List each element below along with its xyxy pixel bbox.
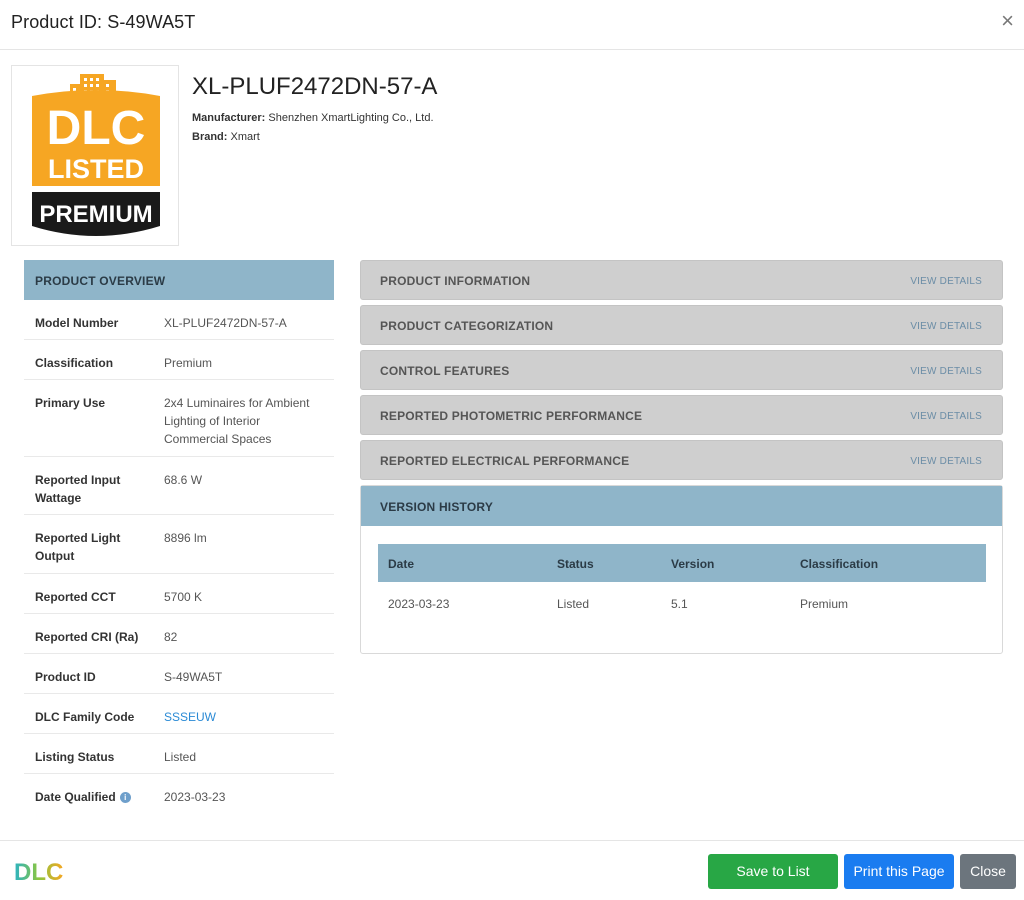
dlc-footer-logo: DLC xyxy=(14,859,63,886)
view-details-link[interactable]: VIEW DETAILS xyxy=(910,366,982,377)
logo-dlc-text: DLC xyxy=(47,102,146,155)
dlc-footer-text: DLC xyxy=(14,859,63,886)
overview-row: Reported CCT 5700 K xyxy=(24,574,334,614)
overview-value: 8896 lm xyxy=(164,531,207,545)
overview-row: Listing Status Listed xyxy=(24,734,334,774)
table-cell: Premium xyxy=(800,597,849,611)
product-name: XL-PLUF2472DN-57-A xyxy=(192,73,438,100)
section-title: PRODUCT CATEGORIZATION xyxy=(380,319,554,333)
overview-row: Classification Premium xyxy=(24,340,334,380)
section-control-features[interactable]: CONTROL FEATURES VIEW DETAILS xyxy=(360,350,1003,390)
save-to-list-button[interactable]: Save to List xyxy=(708,854,838,889)
overview-row: Product ID S-49WA5T xyxy=(24,654,334,694)
overview-value: 68.6 W xyxy=(164,473,203,487)
info-icon[interactable]: i xyxy=(119,792,131,803)
brand-label: Brand: xyxy=(192,131,228,143)
section-product-information[interactable]: PRODUCT INFORMATION VIEW DETAILS xyxy=(360,260,1003,300)
section-version-history: VERSION HISTORY Date Status Version Clas… xyxy=(360,485,1003,654)
table-cell: 5.1 xyxy=(671,597,688,611)
overview-key: Model Number xyxy=(35,316,119,330)
overview-value: 82 xyxy=(164,630,178,644)
view-details-link[interactable]: VIEW DETAILS xyxy=(910,276,982,287)
manufacturer-line: Manufacturer: Shenzhen XmartLighting Co.… xyxy=(192,112,434,124)
overview-value: 2023-03-23 xyxy=(164,790,226,804)
manufacturer-value: Shenzhen XmartLighting Co., Ltd. xyxy=(268,112,434,124)
table-header-row: Date Status Version Classification xyxy=(378,544,986,582)
overview-key: Product ID xyxy=(35,670,96,684)
overview-key-with-info: Date Qualified i xyxy=(35,788,155,806)
overview-key: Listing Status xyxy=(35,750,115,764)
overview-value: Listed xyxy=(164,750,197,764)
section-title: CONTROL FEATURES xyxy=(380,364,510,378)
dlc-listed-premium-logo: DLC LISTED PREMIUM xyxy=(11,65,179,246)
table-cell: 2023-03-23 xyxy=(388,597,450,611)
overview-row: DLC Family Code SSSEUW xyxy=(24,694,334,734)
section-title: PRODUCT INFORMATION xyxy=(380,274,531,288)
logo-listed-text: LISTED xyxy=(48,154,144,184)
brand-value: Xmart xyxy=(230,131,260,143)
table-cell: Listed xyxy=(557,597,590,611)
modal-title: Product ID: S-49WA5T xyxy=(11,12,196,32)
close-icon[interactable]: × xyxy=(1001,10,1014,32)
brand-line: Brand: Xmart xyxy=(192,131,260,143)
overview-row: Reported Input Wattage 68.6 W xyxy=(24,457,334,515)
overview-value: S-49WA5T xyxy=(164,670,223,684)
overview-row: Reported CRI (Ra) 82 xyxy=(24,614,334,654)
version-history-table: Date Status Version Classification 2023-… xyxy=(378,544,986,622)
section-electrical-performance[interactable]: REPORTED ELECTRICAL PERFORMANCE VIEW DET… xyxy=(360,440,1003,480)
section-photometric-performance[interactable]: REPORTED PHOTOMETRIC PERFORMANCE VIEW DE… xyxy=(360,395,1003,435)
overview-value: XL-PLUF2472DN-57-A xyxy=(164,316,287,330)
overview-key: Reported Light Output xyxy=(35,531,121,563)
version-history-header[interactable]: VERSION HISTORY xyxy=(361,486,1002,526)
manufacturer-label: Manufacturer: xyxy=(192,112,266,124)
print-page-button[interactable]: Print this Page xyxy=(844,854,954,889)
view-details-link[interactable]: VIEW DETAILS xyxy=(910,411,982,422)
product-overview-table: PRODUCT OVERVIEW Model Number XL-PLUF247… xyxy=(24,260,334,814)
column-header: Version xyxy=(671,557,715,571)
table-row: 2023-03-23 Listed 5.1 Premium xyxy=(378,582,986,622)
section-product-categorization[interactable]: PRODUCT CATEGORIZATION VIEW DETAILS xyxy=(360,305,1003,345)
overview-value: 5700 K xyxy=(164,590,203,604)
overview-key: Reported Input Wattage xyxy=(35,473,121,505)
overview-value: Premium xyxy=(164,356,213,370)
overview-key: Reported CRI (Ra) xyxy=(35,630,139,644)
overview-row: Primary Use 2x4 Luminaires for Ambient L… xyxy=(24,380,334,457)
view-details-link[interactable]: VIEW DETAILS xyxy=(910,321,982,332)
column-header: Date xyxy=(388,557,415,571)
column-header: Classification xyxy=(800,557,879,571)
overview-key: Date Qualified xyxy=(35,790,116,804)
modal-header: Product ID: S-49WA5T × xyxy=(0,0,1024,50)
family-code-link[interactable]: SSSEUW xyxy=(164,708,324,726)
details-accordion: PRODUCT INFORMATION VIEW DETAILS PRODUCT… xyxy=(360,260,1003,654)
overview-row: Model Number XL-PLUF2472DN-57-A xyxy=(24,300,334,340)
logo-premium-text: PREMIUM xyxy=(39,201,152,228)
close-button[interactable]: Close xyxy=(960,854,1016,889)
overview-key: Reported CCT xyxy=(35,590,116,604)
overview-key: Classification xyxy=(35,356,114,370)
overview-row: Reported Light Output 8896 lm xyxy=(24,515,334,574)
column-header: Status xyxy=(557,557,594,571)
section-title: REPORTED ELECTRICAL PERFORMANCE xyxy=(380,454,630,468)
section-title: REPORTED PHOTOMETRIC PERFORMANCE xyxy=(380,409,643,423)
overview-key: Primary Use xyxy=(35,396,106,410)
modal-footer: DLC Save to List Print this Page Close xyxy=(0,840,1024,900)
view-details-link[interactable]: VIEW DETAILS xyxy=(910,456,982,467)
section-title: VERSION HISTORY xyxy=(380,500,494,514)
product-overview-heading: PRODUCT OVERVIEW xyxy=(24,260,334,300)
overview-row: Date Qualified i 2023-03-23 xyxy=(24,774,334,814)
overview-key: DLC Family Code xyxy=(35,710,135,724)
overview-value: 2x4 Luminaires for Ambient Lighting of I… xyxy=(164,396,310,446)
